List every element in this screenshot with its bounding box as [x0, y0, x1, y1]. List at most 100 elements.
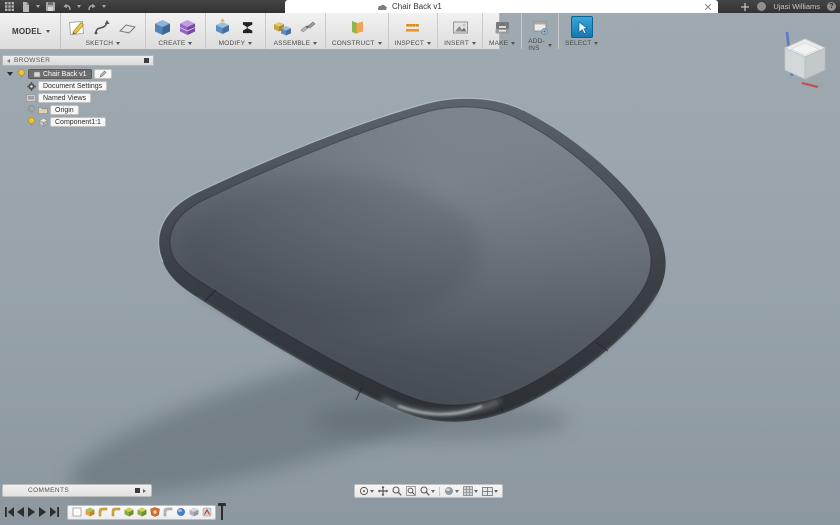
tree-row-named-views[interactable]: Named Views: [2, 92, 192, 104]
toolbar-separator: [439, 486, 440, 496]
step-forward-icon[interactable]: [37, 506, 48, 518]
viewports-icon[interactable]: [482, 486, 498, 496]
apps-grid-icon[interactable]: [4, 1, 15, 12]
group-label-modify[interactable]: MODIFY: [219, 40, 253, 47]
workspace-label: MODEL: [12, 26, 42, 36]
workspace-selector[interactable]: MODEL: [0, 13, 61, 49]
comments-bar[interactable]: COMMENTS: [2, 484, 152, 497]
timeline-shell-icon[interactable]: [188, 507, 199, 518]
undo-icon[interactable]: [61, 1, 72, 12]
help-icon[interactable]: ?: [827, 2, 836, 11]
timeline-appearance-icon[interactable]: [201, 507, 212, 518]
undo-caret-icon[interactable]: [77, 5, 81, 8]
redo-icon[interactable]: [86, 1, 97, 12]
joint-button[interactable]: [297, 16, 319, 38]
tree-item-named-views[interactable]: Named Views: [38, 93, 92, 103]
tree-item-document-settings[interactable]: Document Settings: [38, 81, 108, 91]
viewcube[interactable]: [772, 29, 836, 93]
expander-icon[interactable]: [7, 72, 13, 76]
edit-document-button[interactable]: [93, 69, 112, 79]
timeline-boundary-fill-icon[interactable]: [149, 507, 160, 518]
create-sketch-button[interactable]: [67, 16, 89, 38]
tree-row-document-settings[interactable]: Document Settings: [2, 80, 192, 92]
timeline-fillet-gray-icon[interactable]: [162, 507, 173, 518]
group-label-insert[interactable]: INSERT: [444, 40, 476, 47]
collapse-panel-icon[interactable]: [7, 58, 10, 63]
create-form-button[interactable]: [177, 16, 199, 38]
close-tab-icon[interactable]: [702, 1, 713, 12]
username-label[interactable]: Ujasi Williams: [773, 2, 820, 11]
tree-row-document[interactable]: Chair Back v1: [2, 68, 192, 80]
group-label-select[interactable]: SELECT: [565, 40, 599, 47]
notifications-icon[interactable]: [757, 2, 767, 11]
group-label-addins[interactable]: ADD-INS: [528, 38, 552, 52]
group-label-sketch[interactable]: SKETCH: [86, 40, 121, 47]
measure-button[interactable]: [402, 16, 424, 38]
timeline-marker[interactable]: [218, 503, 226, 521]
fit-icon[interactable]: [406, 486, 416, 496]
pan-icon[interactable]: [378, 486, 388, 496]
tree-item-label: Origin: [55, 106, 74, 114]
tree-item-root[interactable]: Chair Back v1: [28, 69, 92, 79]
timeline-extrude-icon[interactable]: [123, 507, 134, 518]
timeline-form-icon[interactable]: [84, 507, 95, 518]
scripts-addins-button[interactable]: [529, 16, 551, 38]
comments-icon[interactable]: [135, 488, 140, 493]
display-settings-icon[interactable]: [444, 486, 459, 496]
tree-item-component[interactable]: Component1:1: [50, 117, 106, 127]
tree-item-label: Named Views: [43, 94, 87, 102]
group-label-make[interactable]: MAKE: [489, 40, 516, 47]
redo-caret-icon[interactable]: [102, 5, 106, 8]
grid-layout-icon[interactable]: [463, 486, 478, 496]
new-tab-icon[interactable]: [739, 1, 750, 12]
group-label-create[interactable]: CREATE: [158, 40, 193, 47]
timeline-extrude-icon[interactable]: [136, 507, 147, 518]
select-button[interactable]: [570, 16, 593, 38]
group-label-inspect[interactable]: INSPECT: [395, 40, 432, 47]
timeline-sketch-icon[interactable]: [71, 507, 82, 518]
go-to-start-icon[interactable]: [4, 506, 15, 518]
make-button[interactable]: [491, 16, 513, 38]
dropdown-caret-icon: [427, 42, 432, 45]
navigation-toolbar: [354, 484, 503, 498]
comments-expand-icon[interactable]: [143, 488, 146, 493]
change-parameters-button[interactable]: [237, 16, 259, 38]
sketch-rectangle-button[interactable]: [117, 16, 139, 38]
timeline-fillet-icon[interactable]: [97, 507, 108, 518]
press-pull-button[interactable]: [212, 16, 234, 38]
play-icon[interactable]: [26, 506, 37, 518]
go-to-end-icon[interactable]: [48, 506, 59, 518]
spline-button[interactable]: [92, 16, 114, 38]
document-tab-body: Chair Back v1: [377, 1, 442, 12]
dropdown-caret-icon: [313, 42, 318, 45]
document-tab[interactable]: Chair Back v1: [285, 0, 718, 13]
construction-plane-button[interactable]: [346, 16, 368, 38]
group-label-assemble[interactable]: ASSEMBLE: [274, 40, 318, 47]
toolbar-group-make: MAKE: [483, 13, 523, 49]
file-menu-caret-icon[interactable]: [36, 5, 40, 8]
viewport-canvas[interactable]: BROWSER Chair Back v1 Document Settings …: [0, 13, 840, 525]
tree-row-origin[interactable]: Origin: [2, 104, 192, 116]
zoom-icon[interactable]: [392, 486, 402, 496]
file-menu-icon[interactable]: [20, 1, 31, 12]
timeline-fillet-icon[interactable]: [110, 507, 121, 518]
tree-row-component[interactable]: Component1:1: [2, 116, 192, 128]
component-box-icon: [38, 117, 48, 127]
orbit-icon[interactable]: [359, 486, 374, 496]
tree-item-root-label: Chair Back v1: [43, 70, 87, 78]
step-back-icon[interactable]: [15, 506, 26, 518]
visibility-bulb-icon[interactable]: [26, 105, 36, 115]
toolbar-group-create: CREATE: [146, 13, 206, 49]
timeline-revolve-icon[interactable]: [175, 507, 186, 518]
extrude-button[interactable]: [152, 16, 174, 38]
new-component-button[interactable]: [272, 16, 294, 38]
tree-item-origin[interactable]: Origin: [50, 105, 79, 115]
zoom-window-icon[interactable]: [420, 486, 435, 496]
browser-header[interactable]: BROWSER: [2, 55, 154, 66]
insert-image-button[interactable]: [449, 16, 471, 38]
visibility-bulb-icon[interactable]: [26, 117, 36, 127]
save-icon[interactable]: [45, 1, 56, 12]
visibility-bulb-icon[interactable]: [16, 69, 26, 79]
group-label-construct[interactable]: CONSTRUCT: [332, 40, 382, 47]
panel-options-icon[interactable]: [144, 58, 149, 63]
